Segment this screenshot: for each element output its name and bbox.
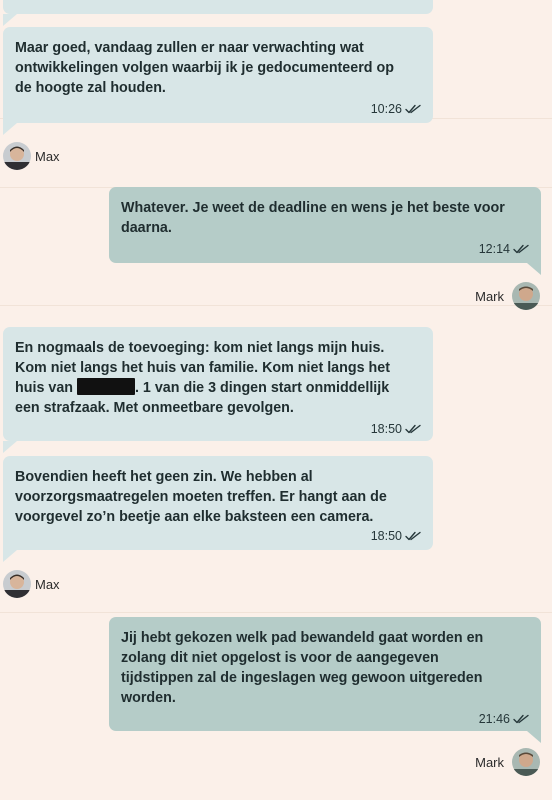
avatar[interactable] xyxy=(512,748,540,776)
message-time: 18:50 xyxy=(370,422,402,436)
double-check-icon xyxy=(513,714,529,724)
sender-name: Max xyxy=(35,148,60,164)
double-check-icon xyxy=(405,104,421,114)
sender-name: Mark xyxy=(475,288,504,304)
sender-name: Max xyxy=(35,576,60,592)
sender-max: Max xyxy=(3,569,60,599)
message-meta: 18:50 xyxy=(15,527,421,545)
double-check-icon xyxy=(405,531,421,541)
double-check-icon xyxy=(513,244,529,254)
avatar[interactable] xyxy=(3,142,31,170)
message-text: Bovendien heeft het geen zin. We hebben … xyxy=(15,469,387,525)
message-time: 21:46 xyxy=(478,712,510,726)
message-bubble-incoming: En nogmaals de toevoeging: kom niet lang… xyxy=(3,327,433,453)
sender-mark: Mark xyxy=(475,281,540,311)
message-text: En nogmaals de toevoeging: kom niet lang… xyxy=(15,338,405,418)
message-bubble-outgoing: Whatever. Je weet de deadline en wens je… xyxy=(109,187,541,275)
double-check-icon xyxy=(405,424,421,434)
message-bubble-partial xyxy=(3,0,433,26)
sender-name: Mark xyxy=(475,754,504,770)
message-meta: 18:50 xyxy=(15,420,421,438)
redaction-block xyxy=(76,378,135,395)
message-bubble-outgoing: Jij hebt gekozen welk pad bewandeld gaat… xyxy=(109,617,541,743)
message-text: Maar goed, vandaag zullen er naar verwac… xyxy=(15,40,394,96)
message-text: Jij hebt gekozen welk pad bewandeld gaat… xyxy=(121,630,484,706)
message-time: 12:14 xyxy=(478,242,510,256)
sender-mark: Mark xyxy=(475,747,540,777)
message-bubble-incoming: Maar goed, vandaag zullen er naar verwac… xyxy=(3,27,433,135)
message-meta: 21:46 xyxy=(121,710,529,728)
message-time: 10:26 xyxy=(370,102,402,116)
avatar[interactable] xyxy=(512,282,540,310)
sender-max: Max xyxy=(3,141,60,171)
message-time: 18:50 xyxy=(370,529,402,543)
message-text: Whatever. Je weet de deadline en wens je… xyxy=(121,200,505,236)
avatar[interactable] xyxy=(3,570,31,598)
message-meta: 10:26 xyxy=(15,100,421,118)
divider xyxy=(0,305,552,306)
message-meta: 12:14 xyxy=(121,240,529,258)
divider xyxy=(0,612,552,613)
message-bubble-incoming: Bovendien heeft het geen zin. We hebben … xyxy=(3,456,433,562)
